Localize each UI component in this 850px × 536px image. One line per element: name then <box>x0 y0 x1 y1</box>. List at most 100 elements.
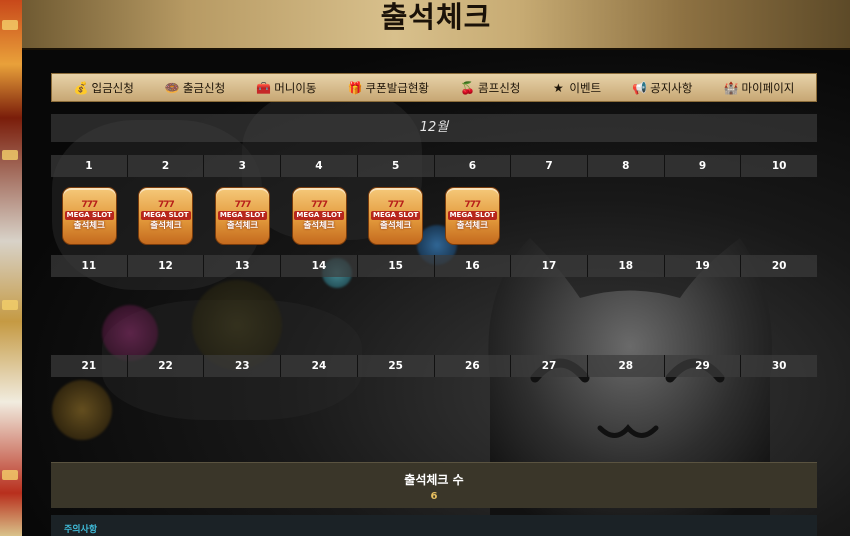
nav-item-3[interactable]: 🎁 쿠폰발급현황 <box>348 80 429 96</box>
treasure-chest-icon: 🧰 <box>256 80 272 95</box>
coupon-character-icon: 🎁 <box>347 80 363 95</box>
attendance-stamp-icon: 777 MEGA SLOT 출석체크 <box>291 187 347 245</box>
nav-item-label: 공지사항 <box>650 80 693 95</box>
nav-item-label: 이벤트 <box>569 80 602 95</box>
nav-item-4[interactable]: 🍒 콤프신청 <box>460 80 520 96</box>
calendar-day-4: 4 <box>281 155 358 177</box>
stamp-slot <box>740 186 817 246</box>
stamp-label: 출석체크 <box>303 220 335 231</box>
stamp-slot: 777 MEGA SLOT 출석체크 <box>357 186 434 246</box>
nav-item-6[interactable]: 📢 공지사항 <box>632 80 692 96</box>
stamp-slot: 777 MEGA SLOT 출석체크 <box>281 186 358 246</box>
nav-item-label: 입금신청 <box>91 80 134 95</box>
main-navigation: 💰 입금신청 🍩 출금신청 🧰 머니이동 🎁 쿠폰발급현황 🍒 콤프신청 ★ 이벤트 📢 공지사항 🏰 마이페… <box>51 73 817 102</box>
calendar-day-18: 18 <box>587 255 665 277</box>
calendar-day-3: 3 <box>204 155 282 177</box>
calendar-day-1: 1 <box>51 155 128 177</box>
nav-item-label: 쿠폰발급현황 <box>365 80 430 95</box>
side-banner-decoration <box>0 0 22 536</box>
stamp-label: 출석체크 <box>226 220 259 231</box>
attendance-stamp-icon: 777 MEGA SLOT 출석체크 <box>368 187 424 245</box>
calendar-day-8: 8 <box>587 155 665 177</box>
calendar-week-3: 21 22 23 24 25 26 27 28 29 30 <box>51 355 818 377</box>
stamp-brand: MEGA SLOT <box>141 210 191 220</box>
stamp-crown: 777 <box>311 199 328 210</box>
nav-item-label: 머니이동 <box>274 80 317 95</box>
nav-item-5[interactable]: ★ 이벤트 <box>551 80 601 96</box>
castle-icon: 🏰 <box>723 80 739 95</box>
calendar-day-23: 23 <box>204 355 282 377</box>
calendar-day-12: 12 <box>127 255 205 277</box>
page-title: 출석체크 <box>380 0 492 34</box>
stamp-slot: 777 MEGA SLOT 출석체크 <box>204 186 281 246</box>
stamp-label: 출석체크 <box>150 220 182 231</box>
megaphone-icon: 📢 <box>632 80 648 95</box>
calendar-day-6: 6 <box>434 155 512 177</box>
attendance-stamp-icon: 777 MEGA SLOT 출석체크 <box>138 187 194 245</box>
stamp-crown: 777 <box>464 199 481 210</box>
calendar-month-header: 12월 <box>51 114 817 142</box>
calendar-day-7: 7 <box>511 155 588 177</box>
nav-item-label: 출금신청 <box>182 80 226 95</box>
attendance-summary: 출석체크 수 6 <box>51 462 817 508</box>
stamp-brand: MEGA SLOT <box>217 210 268 220</box>
stamp-crown: 777 <box>387 199 405 210</box>
calendar-week-2: 11 12 13 14 15 16 17 18 19 20 <box>51 255 818 277</box>
stamp-slot: 777 MEGA SLOT 출석체크 <box>51 186 128 246</box>
money-bag-icon: 💰 <box>73 80 89 95</box>
stamp-crown: 777 <box>157 199 175 210</box>
calendar-day-13: 13 <box>204 255 282 277</box>
calendar-day-26: 26 <box>434 355 512 377</box>
calendar-day-15: 15 <box>357 255 435 277</box>
stamp-slot <box>587 186 664 246</box>
title-bar: 출석체크 <box>22 0 850 50</box>
calendar-day-28: 28 <box>587 355 665 377</box>
attendance-stamp-icon: 777 MEGA SLOT 출석체크 <box>214 187 270 245</box>
calendar-day-29: 29 <box>664 355 742 377</box>
calendar-day-22: 22 <box>127 355 205 377</box>
calendar-day-19: 19 <box>664 255 742 277</box>
calendar-day-14: 14 <box>281 255 358 277</box>
notice-section: 주의사항 <box>51 515 817 536</box>
attendance-count-value: 6 <box>430 491 438 502</box>
calendar-week-1: 1 2 3 4 5 6 7 8 9 10 <box>51 155 818 177</box>
calendar-day-17: 17 <box>511 255 588 277</box>
stamp-slot <box>511 186 588 246</box>
nav-item-2[interactable]: 🧰 머니이동 <box>256 80 316 96</box>
donut-coin-icon: 🍩 <box>164 80 180 95</box>
stamp-label: 출석체크 <box>73 220 105 231</box>
calendar-day-25: 25 <box>357 355 435 377</box>
calendar-day-9: 9 <box>664 155 742 177</box>
calendar-day-5: 5 <box>357 155 435 177</box>
stamp-slot: 777 MEGA SLOT 출석체크 <box>434 186 511 246</box>
calendar-day-10: 10 <box>741 155 818 177</box>
calendar-day-16: 16 <box>434 255 512 277</box>
nav-item-label: 마이페이지 <box>741 80 795 95</box>
stamp-brand: MEGA SLOT <box>447 210 497 220</box>
attendance-stamp-icon: 777 MEGA SLOT 출석체크 <box>444 187 500 245</box>
stamp-crown: 777 <box>234 199 252 210</box>
calendar-day-30: 30 <box>741 355 818 377</box>
stamp-slot: 777 MEGA SLOT 출석체크 <box>128 186 205 246</box>
nav-item-label: 콤프신청 <box>478 80 521 95</box>
calendar-day-2: 2 <box>127 155 205 177</box>
stamp-crown: 777 <box>81 199 98 210</box>
star-icon: ★ <box>552 80 564 95</box>
stamp-slot <box>664 186 741 246</box>
attendance-stamp-icon: 777 MEGA SLOT 출석체크 <box>61 187 117 245</box>
nav-item-7[interactable]: 🏰 마이페이지 <box>723 80 794 96</box>
calendar-day-24: 24 <box>281 355 358 377</box>
attendance-stamp-row: 777 MEGA SLOT 출석체크 777 MEGA SLOT 출석체크 777 MEGA … <box>51 186 817 246</box>
cherry-icon: 🍒 <box>460 80 475 95</box>
attendance-count-label: 출석체크 수 <box>404 473 464 487</box>
stamp-brand: MEGA SLOT <box>64 210 114 220</box>
stamp-brand: MEGA SLOT <box>294 210 344 220</box>
calendar-day-11: 11 <box>51 255 128 277</box>
stamp-label: 출석체크 <box>380 220 412 231</box>
nav-item-0[interactable]: 💰 입금신청 <box>74 80 134 96</box>
stamp-brand: MEGA SLOT <box>371 210 421 220</box>
calendar-day-20: 20 <box>741 255 818 277</box>
nav-item-1[interactable]: 🍩 출금신청 <box>165 80 225 96</box>
notice-label: 주의사항 <box>64 525 98 535</box>
calendar-day-27: 27 <box>511 355 588 377</box>
